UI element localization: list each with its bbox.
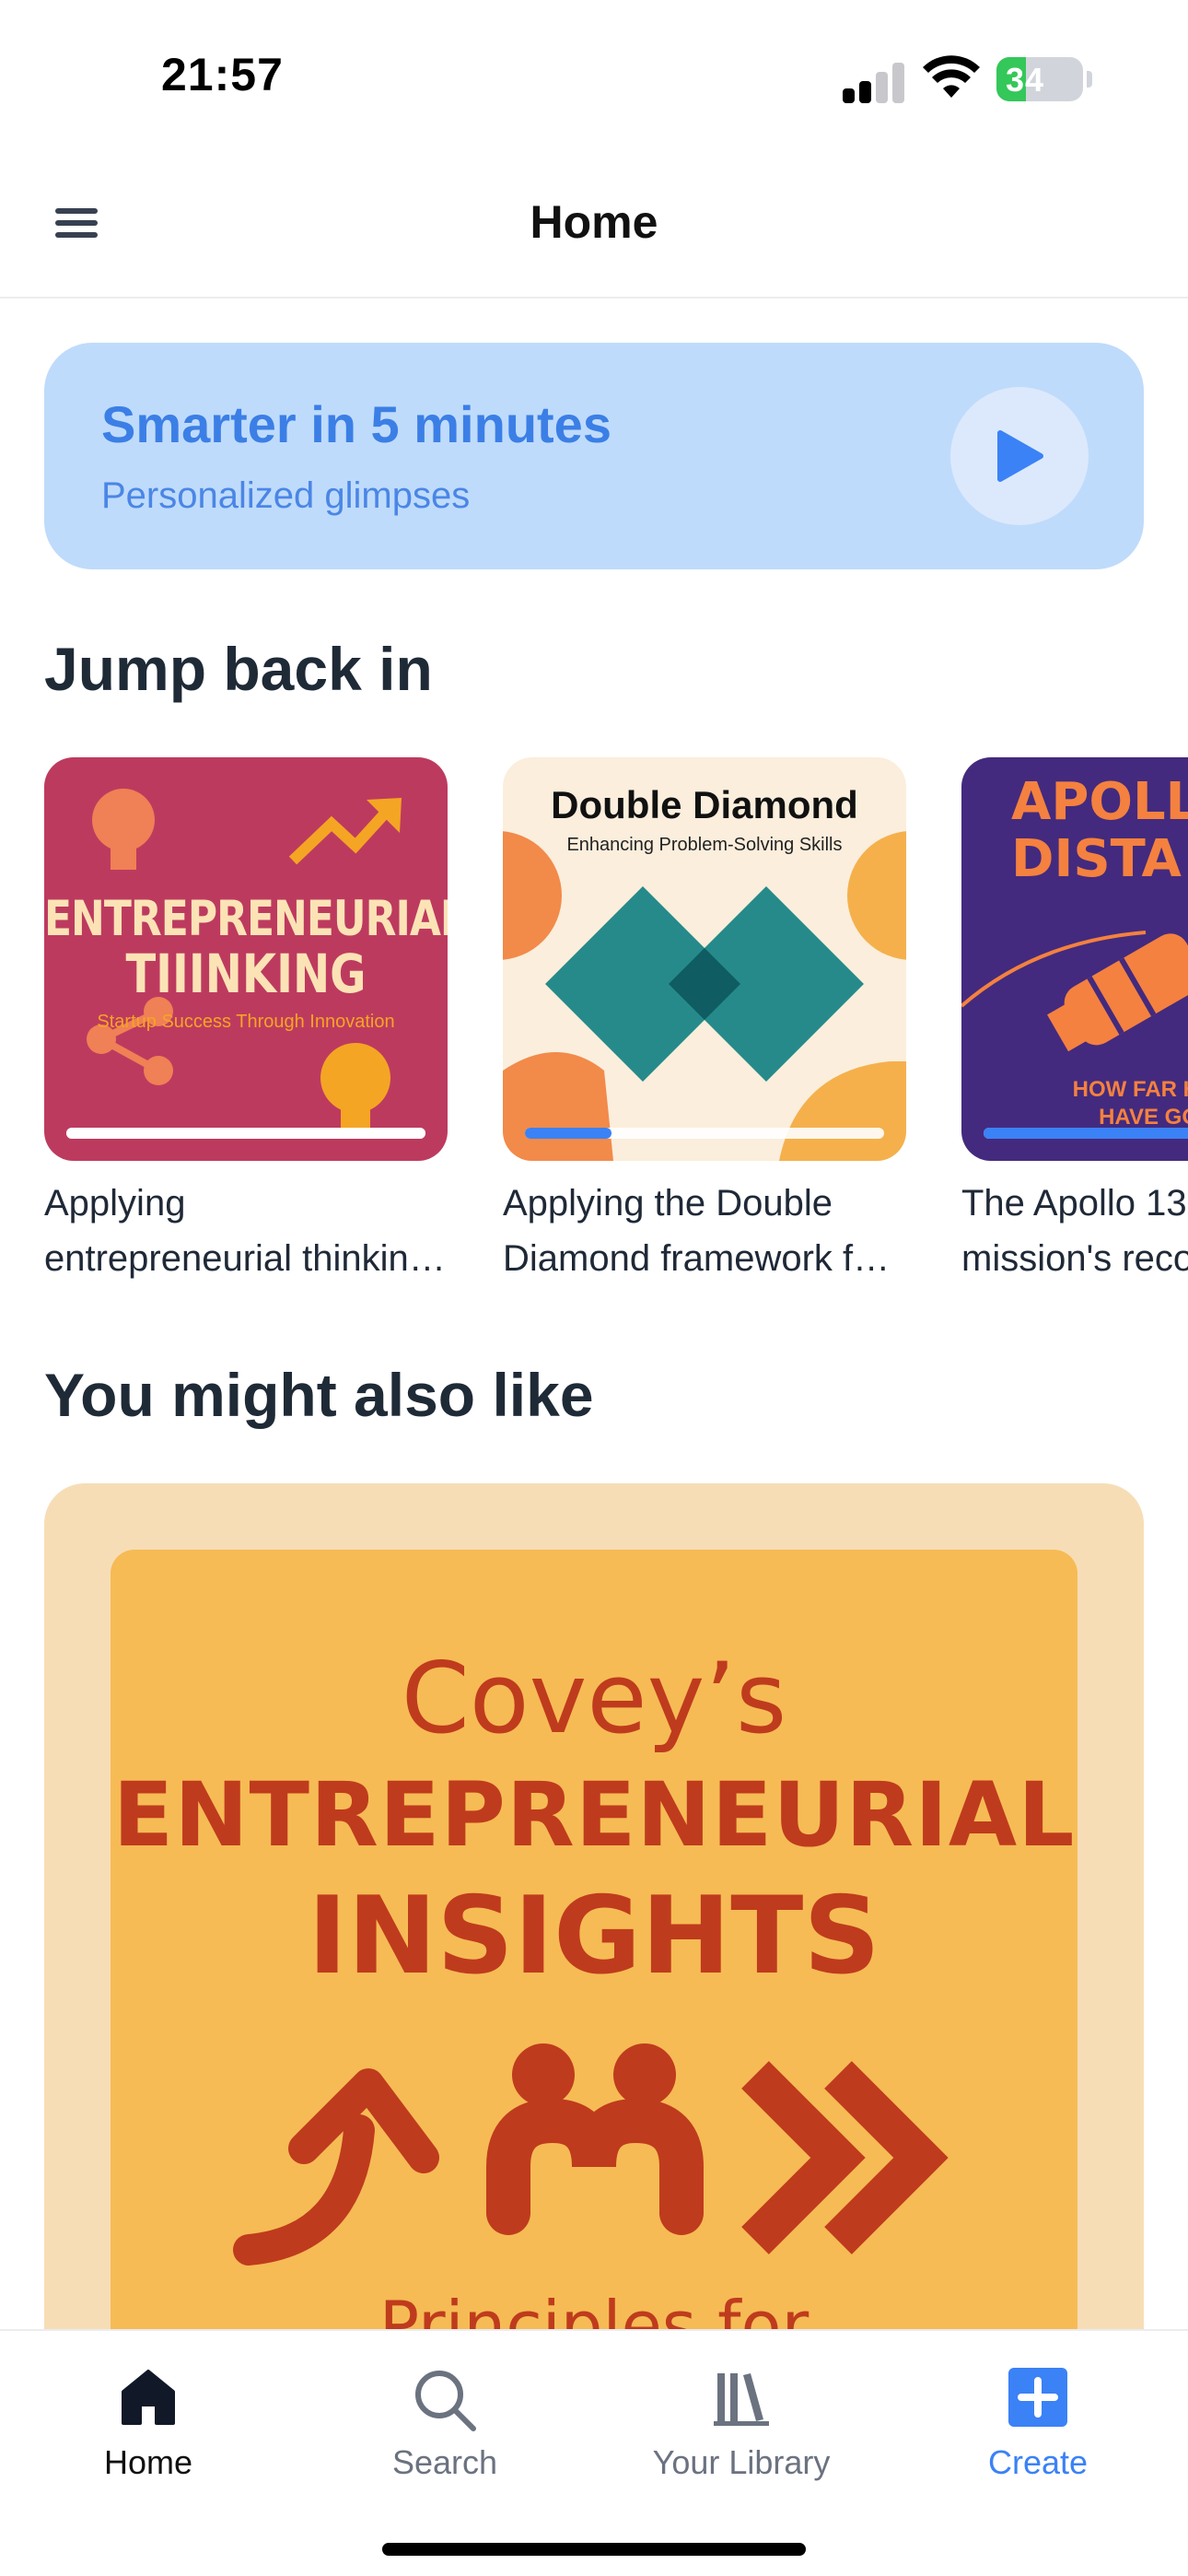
card-title-line2: entrepreneurial thinking for startup suc…	[44, 1238, 448, 1279]
status-bar: 21:57 34	[0, 0, 1188, 157]
card-title-line2: Diamond framework for problem solving	[503, 1238, 906, 1279]
tab-library[interactable]: Your Library	[593, 2368, 890, 2482]
battery-cap	[1087, 71, 1092, 88]
home-indicator	[382, 2543, 806, 2556]
card-title-line2: mission's record distance	[961, 1238, 1188, 1279]
section-title-jump-back: Jump back in	[44, 635, 433, 703]
recommendation-card[interactable]: Covey’s ENTREPRENEURIAL INSIGHTS Princip…	[44, 1483, 1144, 2405]
cover-title-2: TIIINKING	[125, 943, 367, 1006]
cover-subtitle: HOW FAR H HAVE GO	[1042, 1076, 1188, 1131]
tab-search[interactable]: Search	[297, 2368, 593, 2482]
cover-subtitle: Startup Success Through Innovation	[97, 1012, 395, 1032]
status-time: 21:57	[161, 49, 284, 100]
play-button[interactable]	[950, 387, 1089, 525]
progress-bar	[984, 1128, 1188, 1139]
play-icon	[997, 430, 1043, 482]
progress-bar	[525, 1128, 884, 1139]
cover-title: Double Diamond	[551, 783, 858, 826]
cover-title-line2: DISTA	[1011, 829, 1182, 889]
tab-label: Home	[103, 2443, 193, 2481]
tab-bar: Home Search Your Library Create	[0, 2329, 1188, 2576]
cover-image-apollo: APOLLO DISTA HOW FAR H HAVE GO	[961, 757, 1188, 1161]
cover-image-coveys-insights: Covey’s ENTREPRENEURIAL INSIGHTS Princip…	[111, 1550, 1077, 2405]
progress-fill	[984, 1128, 1188, 1139]
home-icon	[122, 2370, 175, 2425]
card-title-line1: The Apollo 13	[961, 1183, 1187, 1224]
tab-home[interactable]: Home	[0, 2368, 297, 2482]
card-title: The Apollo 13 mission's record distance	[961, 1176, 1188, 1286]
progress-bar	[66, 1128, 425, 1139]
card-title-line1: Applying the Double	[503, 1183, 833, 1224]
promo-banner[interactable]: Smarter in 5 minutes Personalized glimps…	[44, 343, 1144, 569]
wifi-icon	[923, 55, 980, 98]
card-title: Applying the Double Diamond framework fo…	[503, 1176, 906, 1286]
search-icon	[415, 2371, 476, 2431]
tab-create[interactable]: Create	[890, 2368, 1186, 2482]
cover-title-line1: APOLLO	[1011, 772, 1188, 832]
promo-subtitle: Personalized glimpses	[101, 475, 471, 516]
cover-author: Covey’s	[401, 1642, 787, 1755]
cover-subtitle-line1: HOW FAR H	[1072, 1077, 1188, 1102]
cover-title: ENTREPRENEURIAL	[44, 890, 448, 948]
battery-percent: 34	[1006, 61, 1045, 99]
jump-back-card[interactable]: Double Diamond Enhancing Problem-Solving…	[503, 757, 906, 1286]
card-title: Applying entrepreneurial thinking for st…	[44, 1176, 448, 1286]
tab-label: Your Library	[652, 2443, 831, 2481]
section-title-recommendations: You might also like	[44, 1361, 594, 1429]
cellular-signal-icon	[843, 61, 907, 103]
cover-title-line2: INSIGHTS	[308, 1874, 880, 1998]
progress-fill	[66, 1128, 425, 1139]
page-title: Home	[530, 196, 658, 248]
cover-image-entrepreneurial-thinking: ENTREPRENEURIAL TIIINKING Startup Succes…	[44, 757, 448, 1161]
progress-fill	[525, 1128, 611, 1139]
jump-back-card[interactable]: ENTREPRENEURIAL TIIINKING Startup Succes…	[44, 757, 448, 1286]
cover-title-line1: ENTREPRENEURIAL	[112, 1763, 1076, 1867]
tab-label: Search	[391, 2443, 498, 2481]
card-title-line1: Applying	[44, 1183, 186, 1224]
cover-image-double-diamond: Double Diamond Enhancing Problem-Solving…	[503, 757, 906, 1161]
tab-label: Create	[987, 2443, 1089, 2481]
library-icon	[714, 2373, 769, 2426]
jump-back-card[interactable]: APOLLO DISTA HOW FAR H HAVE GO The Apoll…	[961, 757, 1188, 1286]
battery-icon: 34	[996, 57, 1083, 101]
cover-subtitle: Enhancing Problem-Solving Skills	[566, 835, 843, 855]
app-header: Home	[0, 157, 1188, 299]
cover-title: APOLLO DISTA	[1011, 774, 1188, 888]
promo-title: Smarter in 5 minutes	[101, 395, 611, 453]
plus-square-icon	[1008, 2368, 1067, 2427]
cover-illustration	[233, 2043, 949, 2266]
